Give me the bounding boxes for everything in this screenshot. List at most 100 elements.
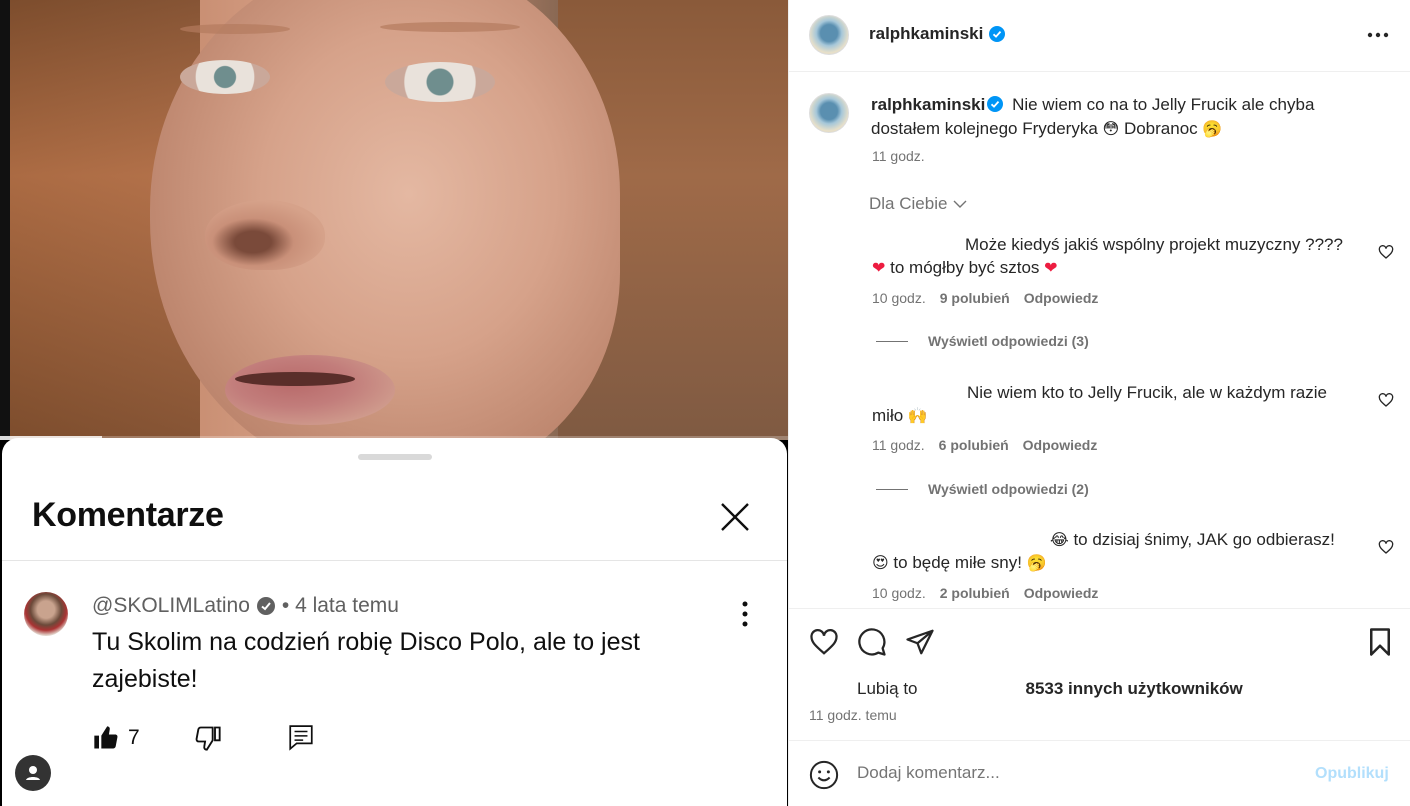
like-comment-heart-icon[interactable]	[1378, 244, 1394, 260]
comment-line-2-text: miło	[872, 406, 904, 425]
comment-line-1: Może kiedyś jakiś wspólny projekt muzycz…	[965, 235, 1343, 254]
comment-line-1-text: to dzisiaj śnimy, JAK go odbierasz!	[1073, 530, 1335, 549]
comment-author[interactable]: @SKOLIMLatino	[92, 594, 250, 618]
like-comment-heart-icon[interactable]	[1378, 539, 1394, 555]
more-options-icon[interactable]	[1365, 26, 1391, 44]
more-vert-icon[interactable]	[738, 600, 752, 628]
sheet-drag-handle[interactable]	[358, 454, 432, 460]
thumbs-down-icon[interactable]	[194, 724, 222, 752]
verified-badge-icon	[987, 96, 1004, 112]
comment-meta: 10 godz. 9 polubień Odpowiedz	[872, 290, 1098, 306]
comment-likes[interactable]: 6 polubień	[939, 437, 1009, 453]
avatar[interactable]	[24, 592, 68, 636]
view-replies-label: Wyświetl odpowiedzi (3)	[928, 333, 1089, 349]
comment-meta: 11 godz. 6 polubień Odpowiedz	[872, 437, 1097, 453]
caption-username[interactable]: ralphkaminski	[871, 95, 985, 114]
comment-time: 11 godz.	[872, 437, 925, 453]
comment-time: 10 godz.	[872, 290, 926, 306]
video-frame[interactable]	[0, 0, 788, 440]
heart-eyes-emoji-icon: 😍	[872, 553, 889, 572]
reply-button[interactable]: Odpowiedz	[1023, 437, 1098, 453]
raising-hands-emoji-icon: 🙌	[907, 406, 928, 425]
comment-line-1: Nie wiem kto to Jelly Frucik, ale w każd…	[967, 383, 1327, 402]
comment-time: • 4 lata temu	[281, 594, 399, 617]
verified-badge-icon	[989, 26, 1006, 42]
nose	[205, 200, 325, 270]
mouth	[235, 372, 355, 386]
likes-count[interactable]: 8533 innych użytkowników	[1026, 679, 1243, 698]
likes-summary[interactable]: Lubią to 8533 innych użytkowników	[857, 679, 1243, 699]
eye-right	[385, 62, 495, 102]
chevron-down-icon	[953, 200, 967, 208]
emoji-icon[interactable]	[809, 760, 839, 790]
eye-left	[180, 60, 270, 94]
post-header: ralphkaminski	[789, 0, 1410, 72]
comment-item: 😂 to dzisiaj śnimy, JAK go odbierasz! 😍 …	[872, 528, 1352, 574]
comment-line-1: 😂 to dzisiaj śnimy, JAK go odbierasz!	[872, 528, 1352, 551]
eyebrow-left	[180, 24, 290, 34]
caption-avatar[interactable]	[809, 93, 849, 133]
comment-meta: @SKOLIMLatino • 4 lata temu	[92, 594, 399, 618]
left-edge	[0, 0, 10, 440]
comment-text: Tu Skolim na codzień robię Disco Polo, a…	[92, 628, 640, 693]
view-replies-button[interactable]: Wyświetl odpowiedzi (3)	[876, 333, 1089, 349]
reply-icon[interactable]	[288, 724, 314, 752]
post-time: 11 godz. temu	[809, 707, 897, 723]
like-count: 7	[128, 726, 140, 749]
divider	[2, 560, 787, 561]
eyebrow-right	[380, 22, 520, 32]
avatar[interactable]	[809, 15, 849, 55]
heart-icon[interactable]	[809, 627, 839, 657]
share-icon[interactable]	[905, 627, 935, 657]
yawning-emoji-icon: 🥱	[1026, 553, 1047, 572]
comment-line-2-text: to mógłby być sztos	[890, 258, 1040, 277]
reply-button[interactable]: Odpowiedz	[1024, 585, 1099, 601]
comment-item: Nie wiem kto to Jelly Frucik, ale w każd…	[872, 381, 1352, 427]
comment-actions: 7	[92, 724, 314, 752]
comment-time: 10 godz.	[872, 585, 926, 601]
comment-icon[interactable]	[857, 627, 887, 657]
post-username[interactable]: ralphkaminski	[869, 24, 1006, 44]
comment-meta: 10 godz. 2 polubień Odpowiedz	[872, 585, 1098, 601]
comments-title: Komentarze	[32, 496, 224, 534]
media-panel: Komentarze @SKOLIMLatino • 4 lata temu T…	[0, 0, 788, 806]
post-actions: Lubią to 8533 innych użytkowników 11 godz…	[789, 608, 1410, 740]
comment-input[interactable]	[857, 763, 1297, 783]
caption-time: 11 godz.	[872, 148, 925, 164]
instagram-panel: ralphkaminski ralphkaminski Nie wiem co …	[788, 0, 1410, 806]
username-label[interactable]: ralphkaminski	[869, 24, 983, 44]
comment-likes[interactable]: 2 polubień	[940, 585, 1010, 601]
replies-line	[876, 340, 908, 342]
verified-badge-icon	[256, 597, 275, 615]
view-replies-label: Wyświetl odpowiedzi (2)	[928, 481, 1089, 497]
red-heart-icon: ❤	[872, 258, 886, 277]
lips	[225, 355, 395, 425]
comment-line-2: miło 🙌	[872, 404, 1352, 427]
comments-list[interactable]: ralphkaminski Nie wiem co na to Jelly Fr…	[789, 73, 1410, 607]
comment-line-2: ❤ to mógłby być sztos ❤	[872, 256, 1352, 279]
comment-likes[interactable]: 9 polubień	[940, 290, 1010, 306]
comments-sheet: Komentarze @SKOLIMLatino • 4 lata temu T…	[2, 438, 787, 806]
comment-line-2-text: to będę miłe sny!	[893, 553, 1022, 572]
post-caption: ralphkaminski Nie wiem co na to Jelly Fr…	[871, 93, 1341, 141]
like-comment-heart-icon[interactable]	[1378, 392, 1394, 408]
sort-dropdown[interactable]: Dla Ciebie	[869, 194, 967, 214]
yawning-emoji-icon: 🥱	[1202, 119, 1223, 138]
publish-button[interactable]: Opublikuj	[1315, 765, 1389, 783]
laughing-emoji-icon: 😂	[1050, 530, 1069, 549]
caption-text-b: Dobranoc	[1123, 119, 1198, 138]
replies-line	[876, 488, 908, 490]
thumbs-up-icon	[94, 726, 118, 749]
account-icon[interactable]	[15, 755, 51, 791]
flushed-emoji-icon: 😳	[1102, 119, 1120, 138]
sort-label: Dla Ciebie	[869, 194, 948, 213]
bookmark-icon[interactable]	[1365, 627, 1395, 657]
comment-item: Może kiedyś jakiś wspólny projekt muzycz…	[872, 233, 1352, 279]
like-button[interactable]: 7	[92, 724, 140, 752]
likes-prefix: Lubią to	[857, 679, 918, 698]
add-comment-bar: Opublikuj	[789, 740, 1410, 806]
close-icon[interactable]	[718, 500, 752, 534]
view-replies-button[interactable]: Wyświetl odpowiedzi (2)	[876, 481, 1089, 497]
comment-line-2: 😍 to będę miłe sny! 🥱	[872, 551, 1352, 574]
reply-button[interactable]: Odpowiedz	[1024, 290, 1099, 306]
